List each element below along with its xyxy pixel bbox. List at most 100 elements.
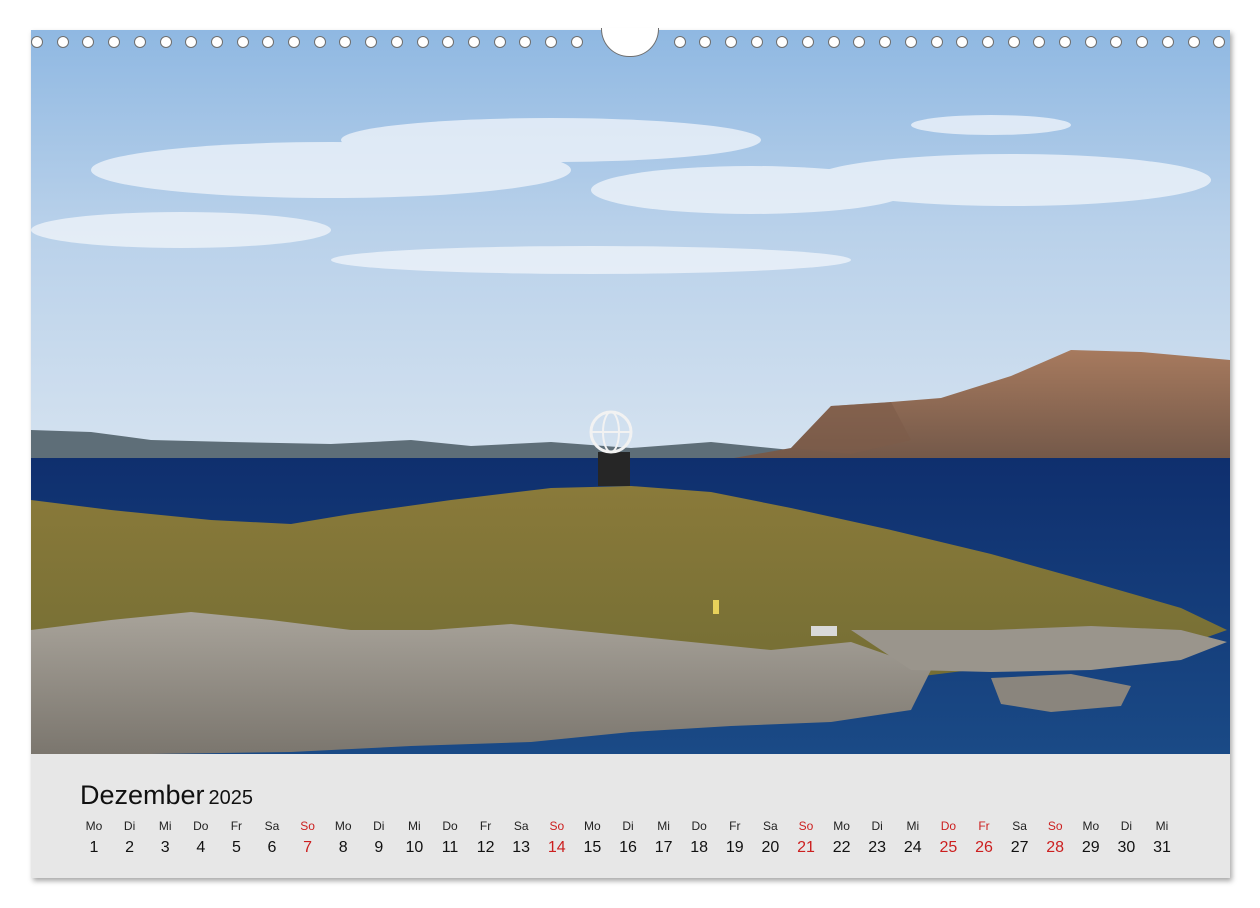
day-cell: Di 9 xyxy=(361,817,397,857)
weekday-label: Fr xyxy=(230,819,243,833)
date-number: 21 xyxy=(797,839,815,856)
weekday-label: So xyxy=(549,819,565,833)
day-cell: Do 11 xyxy=(432,817,468,857)
weekday-label: Do xyxy=(940,819,957,833)
binding-hole xyxy=(416,36,429,48)
weekday-label: Di xyxy=(871,819,883,833)
landscape-photo xyxy=(31,30,1230,754)
binding-hole xyxy=(802,36,814,48)
binding-hole xyxy=(1007,36,1020,48)
day-cell: Fr 12 xyxy=(468,817,504,857)
binding-hole xyxy=(519,36,532,48)
day-cell: Di 23 xyxy=(859,817,895,857)
weekday-label: Mo xyxy=(584,819,601,833)
day-cell: Mo 29 xyxy=(1073,817,1109,857)
calendar-strip: Dezember 2025 Mo 1 Di 2 Mi 3 Do 4 Fr 5 Sa 6 So 7 Mo 8 Di 9… xyxy=(31,754,1230,878)
date-number: 17 xyxy=(654,839,673,856)
weekday-label: Do xyxy=(691,819,707,833)
month-year: 2025 xyxy=(208,787,254,809)
binding-hole xyxy=(1110,36,1123,48)
binding-hole xyxy=(1161,36,1174,48)
day-cell: Do 18 xyxy=(681,817,717,857)
date-number: 16 xyxy=(619,839,637,856)
binding-hole xyxy=(365,36,378,48)
weekday-label: Sa xyxy=(264,819,280,833)
date-number: 19 xyxy=(725,839,744,856)
day-cell: Sa 6 xyxy=(254,817,290,857)
weekday-label: Fr xyxy=(978,819,990,833)
day-cell: So 21 xyxy=(788,817,824,857)
day-cell: Fr 19 xyxy=(717,817,753,857)
day-cell: Mi 24 xyxy=(895,817,931,857)
day-cell: Mi 17 xyxy=(646,817,682,857)
month-title: Dezember 2025 xyxy=(80,780,253,811)
weekday-label: Fr xyxy=(479,819,492,833)
day-cell: Fr 26 xyxy=(966,817,1002,857)
weekday-label: So xyxy=(300,819,315,833)
calendar-page: Dezember 2025 Mo 1 Di 2 Mi 3 Do 4 Fr 5 Sa 6 So 7 Mo 8 Di 9… xyxy=(31,28,1230,878)
day-cell: So 7 xyxy=(290,817,326,857)
day-cell: Mo 22 xyxy=(824,817,860,857)
binding-hole xyxy=(904,36,917,48)
binding-hole xyxy=(390,36,403,48)
weekday-label: Sa xyxy=(1012,819,1027,833)
binding-hole xyxy=(724,36,737,48)
date-number: 11 xyxy=(441,839,459,856)
binding-hole xyxy=(570,36,583,48)
binding-hole xyxy=(133,36,146,48)
date-number: 3 xyxy=(160,839,170,856)
day-cell: Sa 13 xyxy=(503,817,539,857)
weekday-label: Di xyxy=(123,819,136,833)
weekday-label: So xyxy=(798,819,814,833)
day-cell: Sa 27 xyxy=(1002,817,1038,857)
binding-hole xyxy=(1033,36,1046,48)
binding-hole xyxy=(673,36,686,48)
weekday-label: Mo xyxy=(1082,819,1100,833)
date-number: 29 xyxy=(1081,839,1100,856)
binding-hole xyxy=(493,36,506,48)
binding-hole xyxy=(1213,36,1226,48)
weekday-label: Mo xyxy=(833,819,850,833)
binding-hole xyxy=(981,36,994,48)
date-number: 25 xyxy=(939,839,958,856)
date-number: 4 xyxy=(196,839,206,856)
binding-hole xyxy=(339,36,352,48)
binding-hole xyxy=(56,36,69,48)
date-number: 31 xyxy=(1153,839,1171,856)
weekday-label: Fr xyxy=(729,819,741,833)
date-number: 20 xyxy=(761,839,780,856)
weekday-label: Di xyxy=(622,819,634,833)
day-cell: Fr 5 xyxy=(218,817,254,857)
binding-hole xyxy=(185,36,198,48)
binding-hole xyxy=(750,36,763,48)
binding-hole xyxy=(262,36,275,48)
date-number: 12 xyxy=(476,839,495,856)
weekday-label: Di xyxy=(1120,819,1133,833)
day-cell: Mi 3 xyxy=(147,817,183,857)
landscape-illustration xyxy=(31,30,1230,754)
date-number: 1 xyxy=(89,839,99,856)
binding-hole xyxy=(82,36,95,48)
weekday-label: Mi xyxy=(906,819,920,833)
date-number: 18 xyxy=(690,839,709,856)
weekday-label: Mi xyxy=(408,819,421,833)
binding-hole xyxy=(930,36,943,48)
weekday-label: Mo xyxy=(85,819,103,833)
binding-hole xyxy=(776,36,789,48)
date-number: 30 xyxy=(1117,839,1136,856)
weekday-label: Mi xyxy=(158,819,172,833)
date-number: 28 xyxy=(1046,839,1065,856)
binding-hole xyxy=(313,36,326,48)
weekday-label: Mi xyxy=(1155,819,1169,833)
binding-hole xyxy=(545,36,557,48)
binding-hole xyxy=(442,36,455,48)
binding-hole xyxy=(1059,36,1071,48)
binding-hole xyxy=(467,36,480,48)
day-cell: Di 16 xyxy=(610,817,646,857)
binding-hole xyxy=(699,36,712,48)
date-number: 22 xyxy=(832,839,851,856)
date-number: 2 xyxy=(125,839,135,856)
date-number: 7 xyxy=(303,839,313,856)
binding-hole xyxy=(108,36,121,48)
date-number: 24 xyxy=(903,839,922,856)
